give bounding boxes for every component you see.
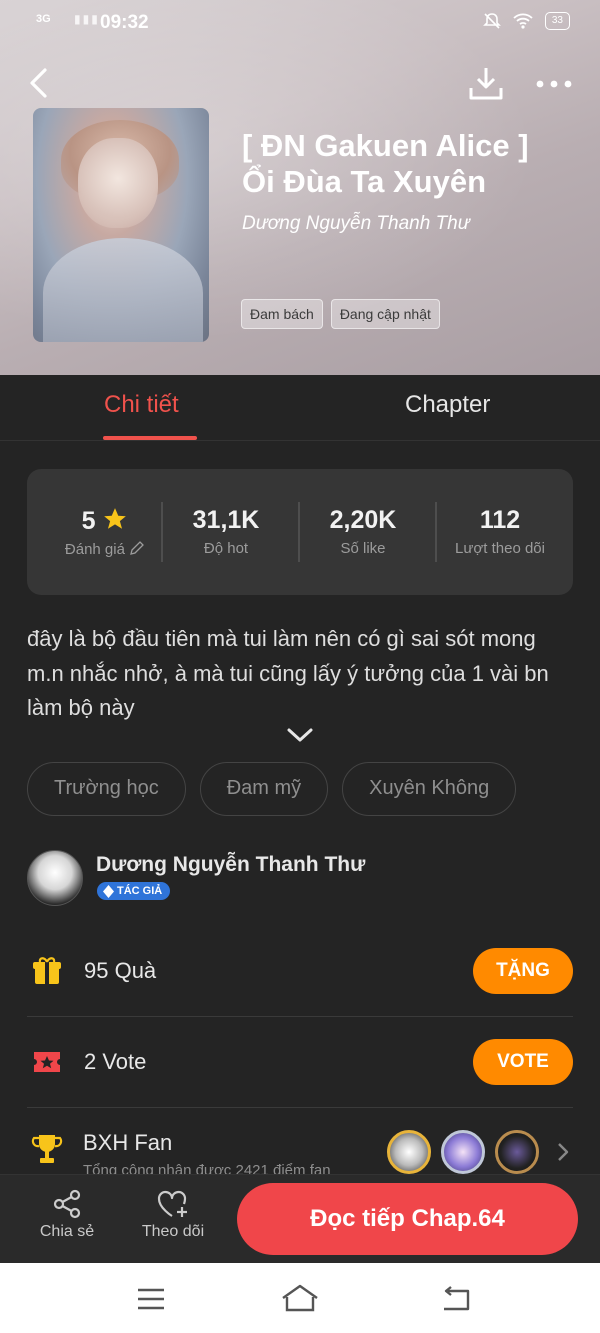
heart-plus-icon <box>157 1190 187 1217</box>
star-icon <box>104 508 127 529</box>
genre-list: Trường học Đam mỹ Xuyên Không <box>27 762 517 816</box>
author-badge: TÁC GIẢ <box>97 882 171 900</box>
mute-icon <box>482 13 501 29</box>
book-tags: Đam bách Đang cập nhật <box>241 299 440 329</box>
top-fan-avatar <box>387 1130 431 1174</box>
stat-likes: 2,20K Số like <box>295 506 431 557</box>
vote-count: 2 Vote <box>84 1049 147 1074</box>
book-tag: Đam bách <box>241 299 323 329</box>
book-cover-image <box>33 108 209 342</box>
gift-count: 95 Quà <box>84 958 157 983</box>
status-bar: 3G ▮▮▮ 09:32 33 <box>0 10 600 36</box>
share-button[interactable]: Chia sẻ <box>27 1189 107 1241</box>
chevron-down-icon[interactable] <box>286 726 314 744</box>
menu-icon[interactable] <box>136 1287 166 1311</box>
rating-label: Đánh giá <box>64 541 125 558</box>
author-name: Dương Nguyễn Thanh Thư <box>96 853 366 876</box>
likes-value: 2,20K <box>329 506 397 534</box>
rating-value: 5 <box>81 507 96 535</box>
book-header: 3G ▮▮▮ 09:32 33 [ ĐN Gakuen Alice ] Ổi Đ… <box>0 0 600 375</box>
back-nav-icon[interactable] <box>440 1285 472 1313</box>
genre-chip[interactable]: Xuyên Không <box>342 762 517 816</box>
follows-label: Lượt theo dõi <box>455 540 545 557</box>
top-fan-avatar <box>441 1130 485 1174</box>
fan-ranking-row[interactable]: BXH Fan Tổng cộng nhận được 2421 điểm fa… <box>27 1110 573 1179</box>
signal-bars-icon: ▮▮▮ <box>74 12 100 26</box>
stat-hot: 31,1K Độ hot <box>158 506 294 557</box>
book-tag: Đang cập nhật <box>330 299 440 329</box>
follows-value: 112 <box>479 506 521 534</box>
ticket-icon <box>34 1052 60 1072</box>
vote-row: 2 Vote VOTE <box>27 1016 573 1108</box>
tab-bar: Chi tiết Chapter <box>0 375 600 441</box>
tab-details[interactable]: Chi tiết <box>104 391 179 419</box>
battery-indicator: 33 <box>544 12 570 30</box>
hot-value: 31,1K <box>192 506 260 534</box>
download-icon[interactable] <box>468 64 504 102</box>
system-navigation-bar <box>0 1263 600 1333</box>
edit-icon <box>130 541 145 555</box>
share-icon <box>53 1189 81 1219</box>
bottom-action-bar: Chia sẻ Theo dõi Đọc tiếp Chap.64 <box>0 1174 600 1263</box>
hot-label: Độ hot <box>203 540 249 557</box>
give-gift-button[interactable]: TẶNG <box>473 948 573 994</box>
follow-button[interactable]: Theo dõi <box>133 1189 213 1241</box>
home-icon[interactable] <box>280 1283 320 1313</box>
book-description: đây là bộ đầu tiên mà tui làm nên có gì … <box>27 626 549 720</box>
stat-rating[interactable]: 5 Đánh giá <box>37 506 173 558</box>
avatar <box>27 850 83 906</box>
top-fan-avatar <box>495 1130 539 1174</box>
stat-follows: 112 Lượt theo dõi <box>432 506 568 557</box>
signal-indicator: 3G <box>36 13 51 25</box>
vote-button[interactable]: VOTE <box>473 1039 573 1085</box>
status-time: 09:32 <box>100 12 149 33</box>
active-tab-indicator <box>103 436 197 440</box>
chevron-right-icon <box>558 1143 569 1161</box>
follow-label: Theo dõi <box>141 1223 205 1240</box>
tab-chapter[interactable]: Chapter <box>405 391 490 419</box>
book-author[interactable]: Dương Nguyễn Thanh Thư <box>242 213 470 235</box>
book-title: [ ĐN Gakuen Alice ] Ổi Đùa Ta Xuyên <box>242 128 529 199</box>
gift-icon <box>33 957 61 984</box>
more-icon[interactable] <box>534 72 574 96</box>
genre-chip[interactable]: Đam mỹ <box>199 762 329 816</box>
continue-reading-button[interactable]: Đọc tiếp Chap.64 <box>237 1183 578 1255</box>
trophy-icon <box>31 1135 63 1163</box>
likes-label: Số like <box>340 540 386 557</box>
back-icon[interactable] <box>24 64 58 102</box>
genre-chip[interactable]: Trường học <box>27 762 186 816</box>
share-label: Chia sẻ <box>39 1223 95 1240</box>
fan-ranking-title: BXH Fan <box>83 1130 173 1155</box>
wifi-icon <box>513 13 533 29</box>
gift-row: 95 Quà TẶNG <box>27 925 573 1017</box>
author-card[interactable]: Dương Nguyễn Thanh Thư TÁC GIẢ <box>27 850 573 910</box>
stats-card: 5 Đánh giá 31,1K Độ hot 2,20K Số like 11… <box>27 469 573 595</box>
diamond-icon <box>103 885 114 898</box>
